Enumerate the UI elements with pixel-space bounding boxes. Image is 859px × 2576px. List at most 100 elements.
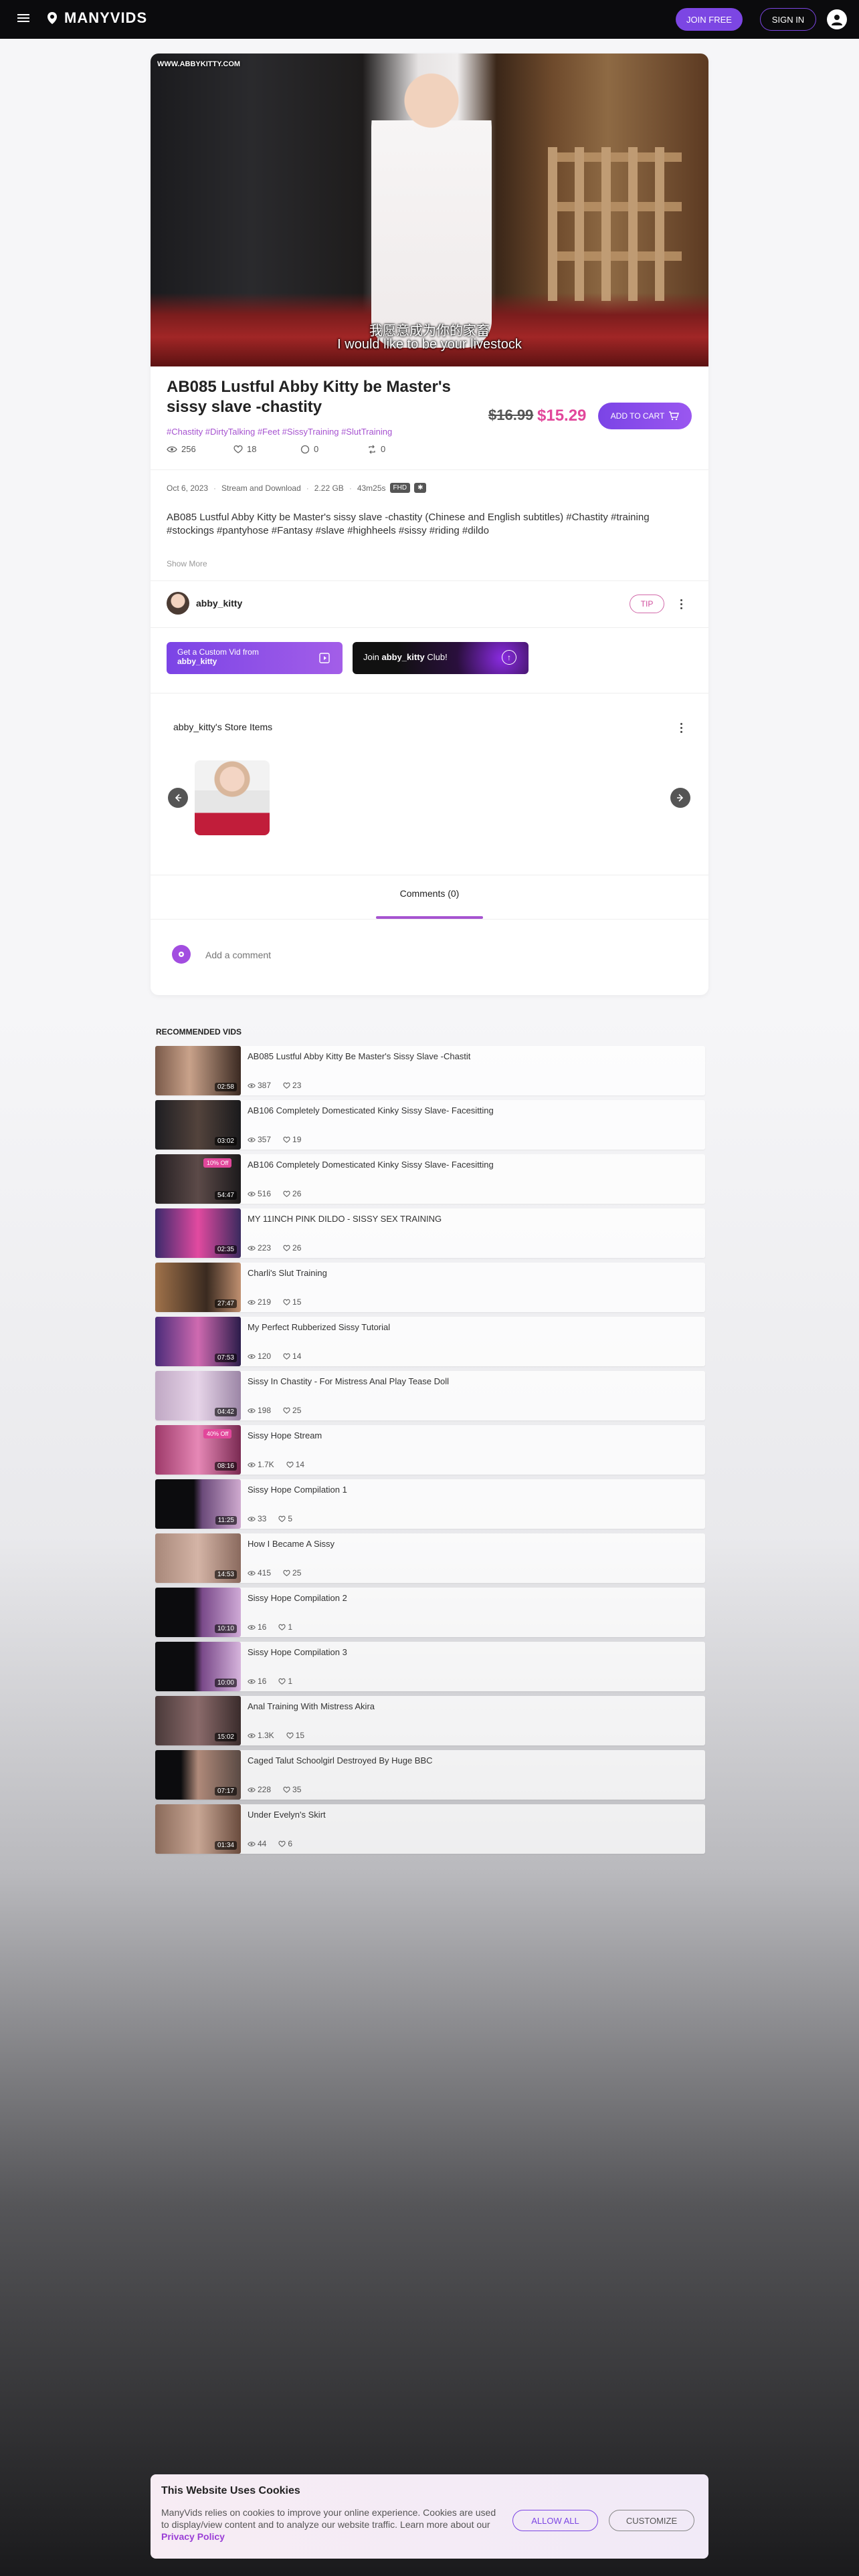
video-thumbnail[interactable]: 07:17 xyxy=(155,1750,241,1800)
recommended-item[interactable]: 04:42 Sissy In Chastity - For Mistress An… xyxy=(155,1371,705,1420)
video-thumbnail[interactable]: 10:10 xyxy=(155,1588,241,1637)
rec-likes: 6 xyxy=(278,1839,292,1848)
chevron-left-icon[interactable] xyxy=(168,788,188,808)
recommended-item-title[interactable]: Anal Training With Mistress Akira xyxy=(248,1701,375,1711)
recommended-item[interactable]: 10:00 Sissy Hope Compilation 3 16 1 xyxy=(155,1642,705,1691)
upload-date: Oct 6, 2023 xyxy=(167,483,209,493)
rec-likes: 14 xyxy=(286,1460,304,1469)
sign-in-button[interactable]: SIGN IN xyxy=(760,8,816,31)
shares-stat[interactable]: 0 xyxy=(367,444,434,454)
custom-vid-button[interactable]: Get a Custom Vid from abby_kitty xyxy=(167,642,343,674)
recommended-item-title[interactable]: Caged Talut Schoolgirl Destroyed By Huge… xyxy=(248,1755,433,1765)
recommended-item[interactable]: 03:02 AB106 Completely Domesticated Kinky… xyxy=(155,1100,705,1150)
tab-comments[interactable]: Comments (0) xyxy=(151,888,708,899)
recommended-item[interactable]: 01:34 Under Evelyn's Skirt 44 6 xyxy=(155,1804,705,1854)
recommended-item-title[interactable]: Sissy In Chastity - For Mistress Anal Pl… xyxy=(248,1376,449,1386)
heart-icon xyxy=(286,1461,294,1468)
store-item-thumbnail[interactable] xyxy=(195,760,270,835)
video-thumbnail[interactable]: 40% Off 08:16 xyxy=(155,1425,241,1475)
recommended-item-title[interactable]: Sissy Hope Stream xyxy=(248,1430,322,1440)
recommended-item[interactable]: 11:25 Sissy Hope Compilation 1 33 5 xyxy=(155,1479,705,1529)
file-size: 2.22 GB xyxy=(314,483,344,493)
recommended-item[interactable]: 07:53 My Perfect Rubberized Sissy Tutoria… xyxy=(155,1317,705,1366)
recommended-item[interactable]: 10% Off 54:47 AB106 Completely Domesticate… xyxy=(155,1154,705,1204)
video-thumbnail[interactable]: 10:00 xyxy=(155,1642,241,1691)
recommended-item-title[interactable]: MY 11INCH PINK DILDO - SISSY SEX TRAININ… xyxy=(248,1214,442,1224)
video-thumbnail[interactable]: 07:53 xyxy=(155,1317,241,1366)
more-options-icon[interactable] xyxy=(673,596,689,612)
quality-badge: FHD xyxy=(389,483,411,493)
recommended-item-title[interactable]: AB085 Lustful Abby Kitty Be Master's Sis… xyxy=(248,1051,470,1061)
privacy-policy-link[interactable]: Privacy Policy xyxy=(161,2531,225,2542)
show-more-link[interactable]: Show More xyxy=(167,559,207,568)
rec-likes: 14 xyxy=(283,1352,301,1361)
creator-info[interactable]: abby_kitty xyxy=(167,592,242,615)
comment-input[interactable] xyxy=(204,946,688,964)
thumb-duration: 10:10 xyxy=(214,1624,237,1633)
tip-button[interactable]: TIP xyxy=(630,595,664,613)
user-avatar-icon[interactable] xyxy=(827,9,847,29)
recommended-item-title[interactable]: How I Became A Sissy xyxy=(248,1539,335,1549)
recommended-item-title[interactable]: Charli's Slut Training xyxy=(248,1268,327,1278)
join-free-button[interactable]: JOIN FREE xyxy=(676,8,743,31)
eye-icon xyxy=(248,1354,256,1359)
recommended-item-title[interactable]: Sissy Hope Compilation 3 xyxy=(248,1647,347,1657)
recommended-item[interactable]: 02:58 AB085 Lustful Abby Kitty Be Master'… xyxy=(155,1046,705,1095)
recommended-item[interactable]: 14:53 How I Became A Sissy 415 25 xyxy=(155,1533,705,1583)
eye-icon xyxy=(167,446,177,452)
recommended-item-title[interactable]: AB106 Completely Domesticated Kinky Siss… xyxy=(248,1160,494,1170)
heart-icon xyxy=(233,445,243,453)
recommended-item-title[interactable]: Sissy Hope Compilation 2 xyxy=(248,1593,347,1603)
customize-button[interactable]: CUSTOMIZE xyxy=(609,2510,694,2531)
video-thumbnail[interactable]: 03:02 xyxy=(155,1100,241,1150)
comments-stat[interactable]: 0 xyxy=(300,444,367,454)
recommended-item[interactable]: 15:02 Anal Training With Mistress Akira 1.… xyxy=(155,1696,705,1745)
recommended-item-title[interactable]: Under Evelyn's Skirt xyxy=(248,1810,326,1820)
thumb-duration: 10:00 xyxy=(214,1679,237,1687)
rec-views: 1.3K xyxy=(248,1731,274,1740)
recommended-item[interactable]: 02:35 MY 11INCH PINK DILDO - SISSY SEX TR… xyxy=(155,1208,705,1258)
video-player[interactable]: WWW.ABBYKITTY.COM 我愿意成为你的家畜 I would like… xyxy=(151,53,708,366)
creator-name[interactable]: abby_kitty xyxy=(196,598,242,609)
recommended-item[interactable]: 07:17 Caged Talut Schoolgirl Destroyed By… xyxy=(155,1750,705,1800)
thumb-duration: 14:53 xyxy=(214,1570,237,1579)
join-club-button[interactable]: Join abby_kitty Club! ↑ xyxy=(353,642,529,674)
allow-all-button[interactable]: ALLOW ALL xyxy=(512,2510,598,2531)
thumb-duration: 04:42 xyxy=(214,1408,237,1416)
video-thumbnail[interactable]: 10% Off 54:47 xyxy=(155,1154,241,1204)
store-options-icon[interactable] xyxy=(673,720,689,736)
video-thumbnail[interactable]: 02:35 xyxy=(155,1208,241,1258)
menu-icon[interactable] xyxy=(17,12,29,24)
thumb-duration: 15:02 xyxy=(214,1733,237,1741)
eye-icon xyxy=(248,1083,256,1088)
video-tags[interactable]: #Chastity #DirtyTalking #Feet #SissyTrai… xyxy=(167,427,392,437)
recommended-item[interactable]: 27:47 Charli's Slut Training 219 15 xyxy=(155,1263,705,1312)
recommended-item-title[interactable]: AB106 Completely Domesticated Kinky Siss… xyxy=(248,1105,494,1115)
video-thumbnail[interactable]: 02:58 xyxy=(155,1046,241,1095)
comment-icon xyxy=(300,445,310,453)
rec-views: 415 xyxy=(248,1568,271,1578)
recommended-item[interactable]: 10:10 Sissy Hope Compilation 2 16 1 xyxy=(155,1588,705,1637)
recommended-item[interactable]: 40% Off 08:16 Sissy Hope Stream 1.7K 14 xyxy=(155,1425,705,1475)
rec-likes: 1 xyxy=(278,1622,292,1632)
video-thumbnail[interactable]: 04:42 xyxy=(155,1371,241,1420)
creator-avatar[interactable] xyxy=(167,592,189,615)
subtitle-cn: 我愿意成为你的家畜 xyxy=(369,324,490,338)
eye-icon xyxy=(248,1733,256,1738)
discount-badge: 10% Off xyxy=(203,1158,232,1168)
eye-icon xyxy=(248,1570,256,1576)
video-thumbnail[interactable]: 01:34 xyxy=(155,1804,241,1854)
video-thumbnail[interactable]: 27:47 xyxy=(155,1263,241,1312)
add-to-cart-button[interactable]: ADD TO CART xyxy=(598,403,692,429)
logo[interactable]: MANYVIDS xyxy=(45,9,147,27)
recommended-item-title[interactable]: My Perfect Rubberized Sissy Tutorial xyxy=(248,1322,390,1332)
likes-stat[interactable]: 18 xyxy=(233,444,300,454)
chevron-right-icon[interactable] xyxy=(670,788,690,808)
rec-likes: 15 xyxy=(286,1731,304,1740)
recommended-item-title[interactable]: Sissy Hope Compilation 1 xyxy=(248,1485,347,1495)
video-thumbnail[interactable]: 15:02 xyxy=(155,1696,241,1745)
eye-icon xyxy=(248,1679,256,1684)
eye-icon xyxy=(248,1516,256,1521)
video-thumbnail[interactable]: 11:25 xyxy=(155,1479,241,1529)
video-thumbnail[interactable]: 14:53 xyxy=(155,1533,241,1583)
